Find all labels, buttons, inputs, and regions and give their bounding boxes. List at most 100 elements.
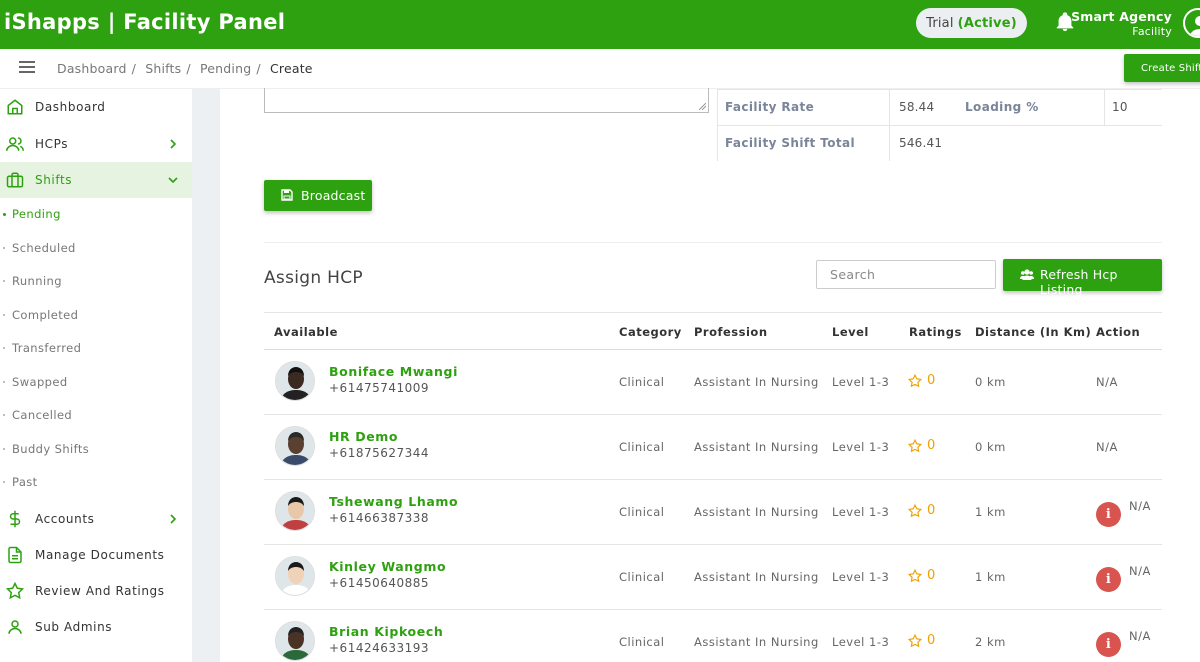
sidebar-subitem-cancelled[interactable]: Cancelled: [0, 406, 192, 426]
notes-textarea[interactable]: [264, 88, 709, 113]
sidebar-subitem-completed[interactable]: Completed: [0, 306, 192, 326]
column-header: Profession: [694, 325, 768, 339]
chevron-down-icon: [168, 177, 178, 184]
hcp-name[interactable]: Boniface Mwangi: [329, 364, 458, 379]
hcp-level: Level 1-3: [832, 570, 890, 584]
table-row: Brian Kipkoech +61424633193 Clinical Assist…: [264, 610, 1162, 662]
hcp-rating: 0: [908, 373, 935, 388]
sidebar-subitem-scheduled[interactable]: Scheduled: [0, 239, 192, 259]
sidebar-subitem-label: Swapped: [12, 375, 68, 389]
hcp-rating: 0: [908, 438, 935, 453]
section-title: Assign HCP: [264, 268, 363, 288]
broadcast-button[interactable]: Broadcast: [264, 180, 372, 211]
breadcrumb-shifts[interactable]: Shifts: [145, 61, 181, 76]
trial-status-button[interactable]: Trial (Active): [916, 8, 1027, 38]
hcp-level: Level 1-3: [832, 375, 890, 389]
trial-label: Trial: [926, 15, 954, 31]
hcp-action: N/A: [1096, 375, 1118, 389]
breadcrumb-dashboard[interactable]: Dashboard: [57, 61, 127, 76]
sidebar-item-dashboard[interactable]: Dashboard: [0, 89, 192, 125]
table-header: Available Category Profession Level Rati…: [264, 312, 1162, 350]
hcp-phone: +61475741009: [329, 381, 430, 395]
sidebar-subitem-swapped[interactable]: Swapped: [0, 373, 192, 393]
sidebar-item-sub-admins[interactable]: Sub Admins: [0, 609, 192, 645]
divider: [264, 242, 1162, 243]
sidebar-item-label: Sub Admins: [35, 620, 113, 634]
table-row: HR Demo +61875627344 Clinical Assistant In …: [264, 415, 1162, 480]
sidebar-item-review-and-ratings[interactable]: Review And Ratings: [0, 573, 192, 609]
avatar[interactable]: [1183, 8, 1200, 38]
hcp-name[interactable]: HR Demo: [329, 429, 398, 444]
sidebar-subitem-label: Scheduled: [12, 241, 76, 255]
sidebar-subitem-label: Past: [12, 475, 38, 489]
hcp-category: Clinical: [619, 505, 665, 519]
hcp-photo: [275, 491, 315, 531]
hcp-phone: +61875627344: [329, 446, 430, 460]
star-icon: [6, 582, 24, 600]
create-shift-button[interactable]: Create Shift: [1124, 54, 1200, 82]
sidebar-subitem-past[interactable]: Past: [0, 473, 192, 493]
hcp-rating-value: 0: [927, 568, 936, 583]
search-input[interactable]: [816, 260, 996, 289]
hcp-photo: [275, 426, 315, 466]
hcp-category: Clinical: [619, 375, 665, 389]
hcp-rating-value: 0: [927, 373, 936, 388]
hcp-name[interactable]: Kinley Wangmo: [329, 559, 446, 574]
sidebar-subitem-label: Buddy Shifts: [12, 442, 90, 456]
hcp-profession: Assistant In Nursing: [694, 375, 819, 389]
hcp-rating-value: 0: [927, 633, 936, 648]
info-icon[interactable]: i: [1096, 502, 1121, 527]
hcp-profession: Assistant In Nursing: [694, 635, 819, 649]
hcp-category: Clinical: [619, 635, 665, 649]
breadcrumb-pending[interactable]: Pending: [200, 61, 251, 76]
hcp-distance: 2 km: [975, 635, 1006, 649]
refresh-label: Refresh Hcp Listing: [1040, 267, 1118, 297]
hcp-rating-value: 0: [927, 438, 936, 453]
sidebar-item-shifts[interactable]: Shifts: [0, 162, 192, 198]
dollar-icon: [9, 510, 21, 528]
document-icon: [8, 546, 22, 564]
hcp-rating-value: 0: [927, 503, 936, 518]
agency-role: Facility: [1132, 25, 1172, 38]
sidebar-subitem-label: Running: [12, 274, 62, 288]
sidebar-subitem-pending[interactable]: Pending: [0, 205, 192, 225]
info-icon[interactable]: i: [1096, 567, 1121, 592]
sidebar-subitem-buddy-shifts[interactable]: Buddy Shifts: [0, 440, 192, 460]
sidebar-item-label: HCPs: [35, 137, 69, 151]
hcp-photo: [275, 556, 315, 596]
menu-icon[interactable]: [19, 61, 35, 73]
sidebar-subitem-running[interactable]: Running: [0, 272, 192, 292]
column-header: Ratings: [909, 325, 962, 339]
star-outline-icon: [908, 438, 922, 452]
save-icon: [281, 189, 293, 201]
sidebar-item-accounts[interactable]: Accounts: [0, 501, 192, 537]
sidebar-subitem-label: Completed: [12, 308, 79, 322]
users-icon: [6, 137, 24, 151]
top-bar: iShapps | Facility Panel Trial (Active) …: [0, 0, 1200, 49]
hcp-phone: +61424633193: [329, 641, 430, 655]
resize-handle-icon[interactable]: [699, 103, 706, 110]
info-icon[interactable]: i: [1096, 632, 1121, 657]
refresh-hcp-button[interactable]: Refresh Hcp Listing: [1003, 259, 1162, 297]
table-row: Tshewang Lhamo +61466387338 Clinical Assist…: [264, 480, 1162, 545]
breadcrumb-current: Create: [269, 61, 313, 76]
user-icon: [8, 620, 22, 634]
sidebar-item-hcps[interactable]: HCPs: [0, 126, 192, 162]
sidebar-gutter: [192, 89, 220, 662]
sidebar-item-label: Shifts: [35, 173, 73, 187]
sidebar-subitem-label: Pending: [12, 207, 61, 221]
loading-value: 10: [1112, 100, 1128, 114]
sidebar-item-manage-documents[interactable]: Manage Documents: [0, 537, 192, 573]
facility-rate-value: 58.44: [899, 100, 935, 114]
sidebar-item-label: Dashboard: [35, 100, 106, 114]
table-row: Kinley Wangmo +61450640885 Clinical Assista…: [264, 545, 1162, 610]
hcp-category: Clinical: [619, 570, 665, 584]
hcp-name[interactable]: Tshewang Lhamo: [329, 494, 458, 509]
hcp-rating: 0: [908, 633, 935, 648]
agency-info[interactable]: Smart Agency Facility: [1071, 9, 1172, 38]
hcp-level: Level 1-3: [832, 635, 890, 649]
sidebar-subitem-transferred[interactable]: Transferred: [0, 339, 192, 359]
sidebar-subitem-label: Transferred: [12, 341, 82, 355]
hcp-action: N/A: [1129, 564, 1151, 578]
hcp-name[interactable]: Brian Kipkoech: [329, 624, 443, 639]
